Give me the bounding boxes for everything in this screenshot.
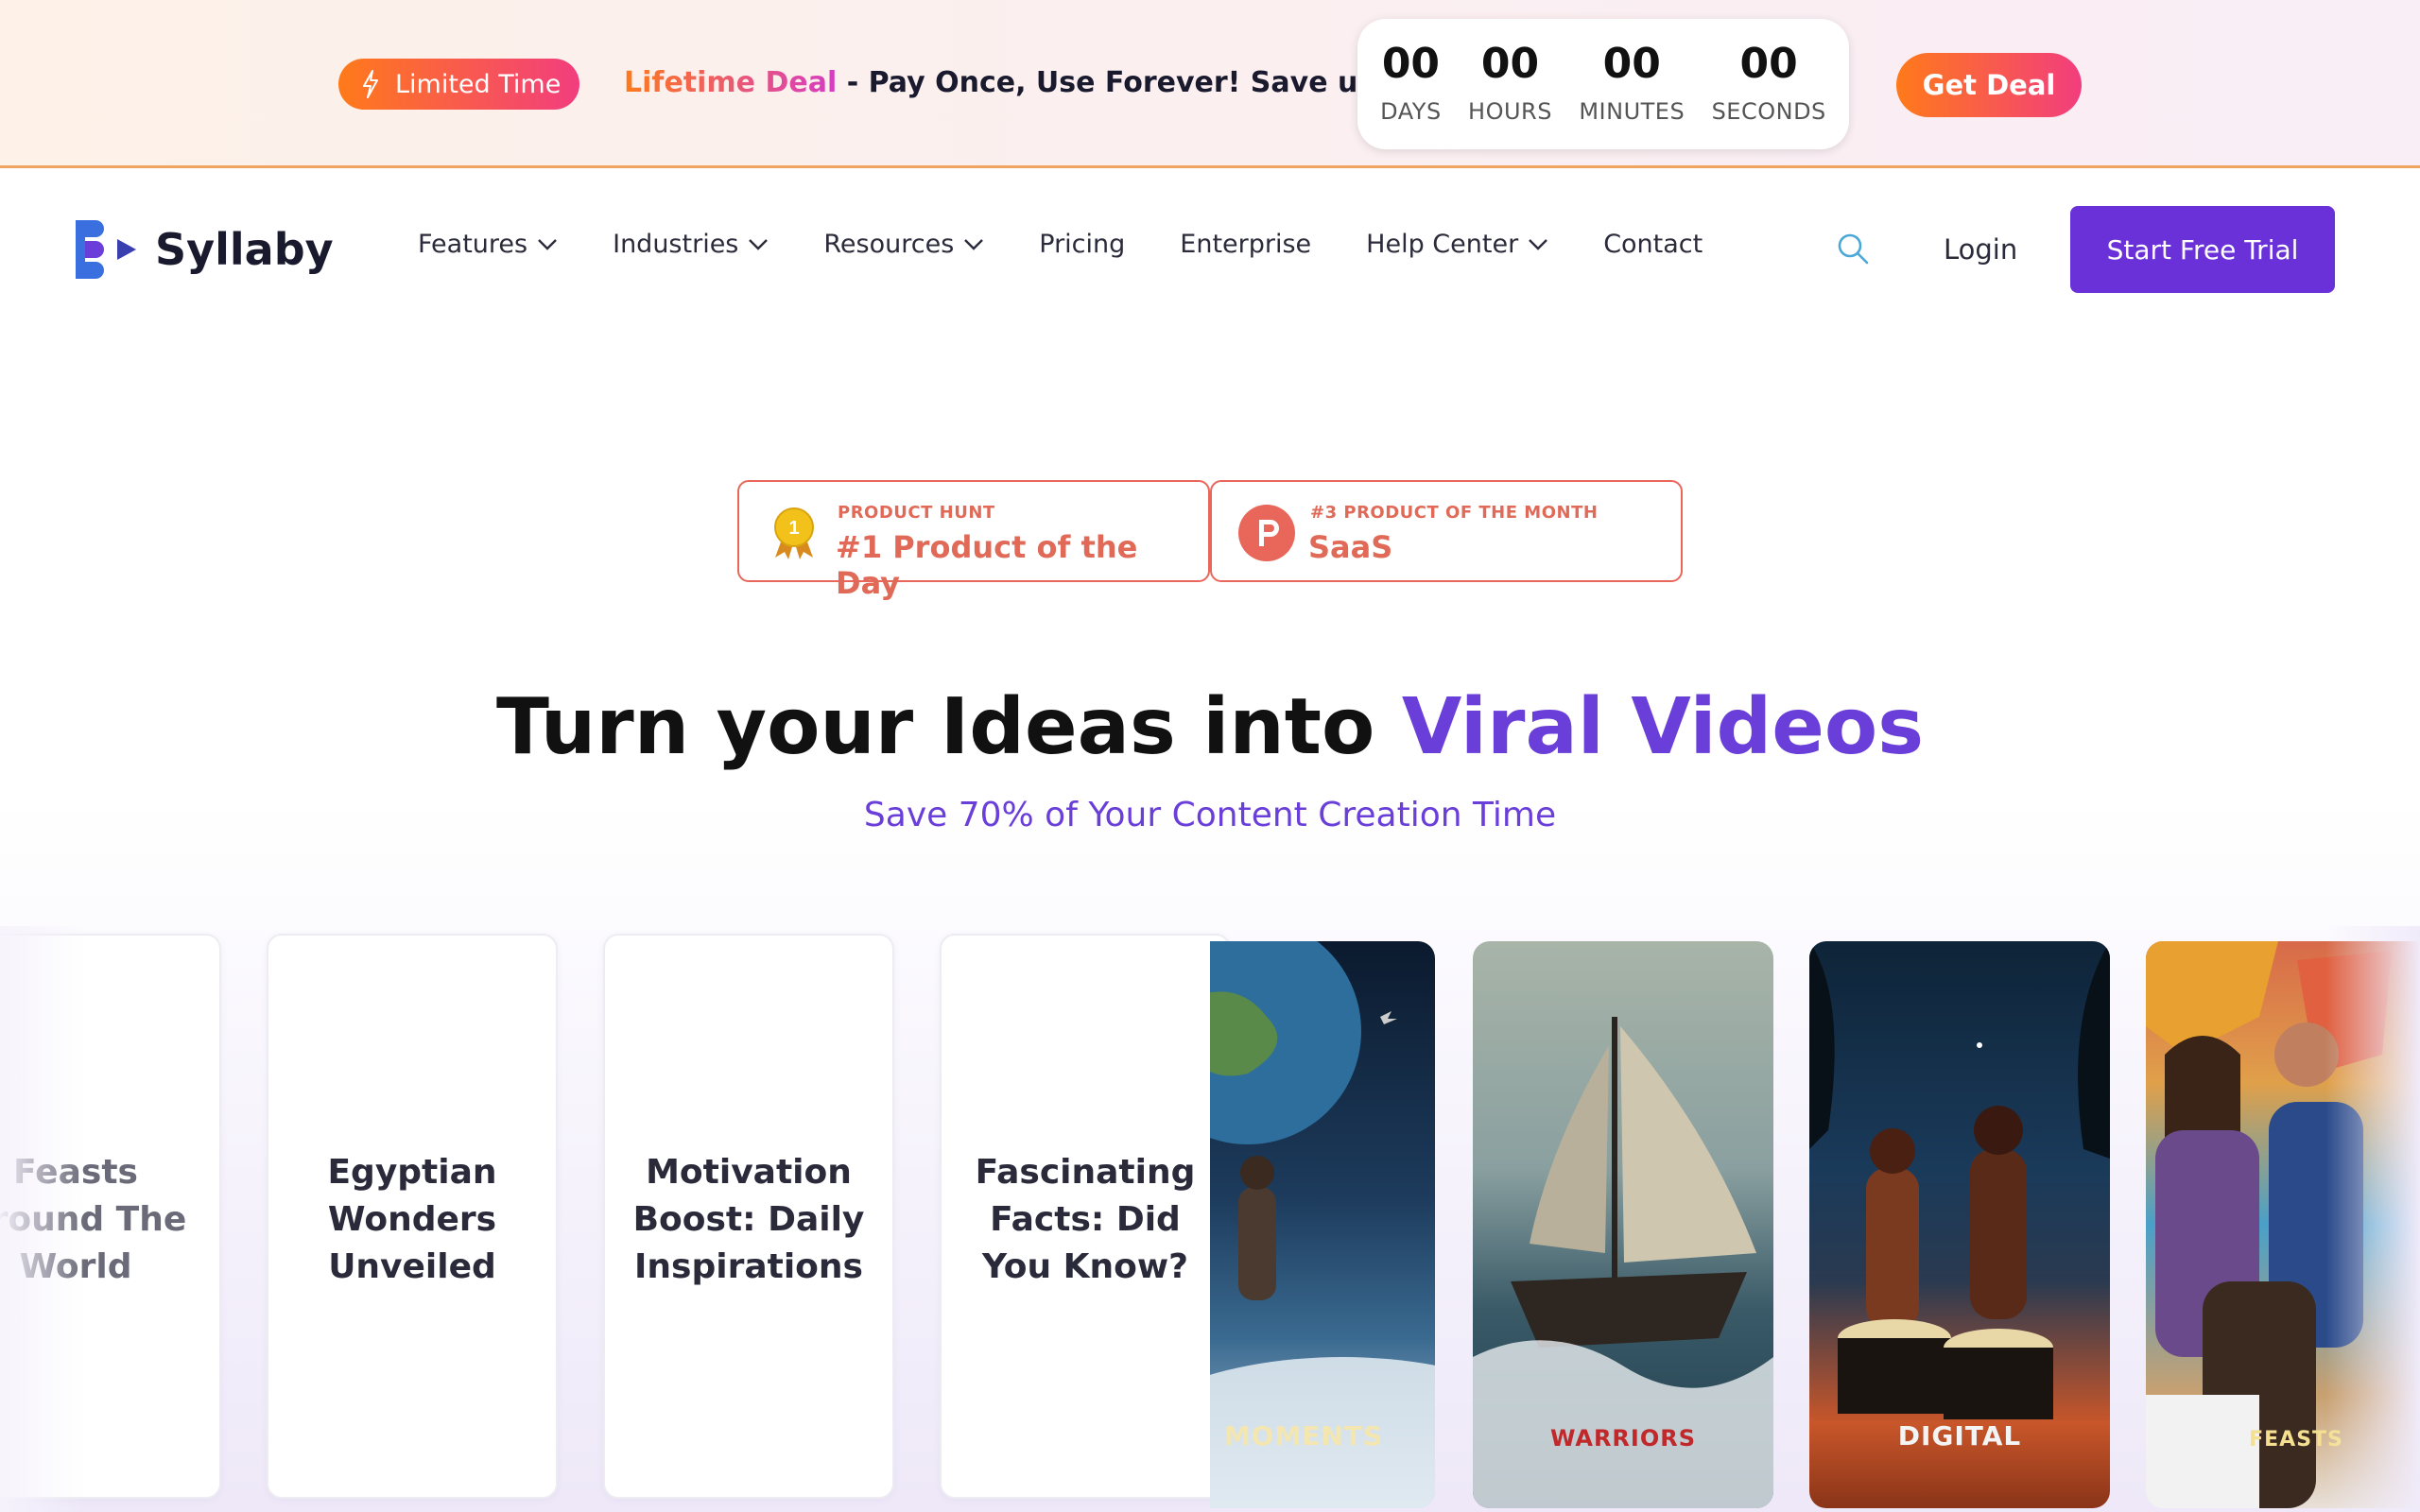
countdown-minutes: 00 MINUTES bbox=[1579, 40, 1685, 126]
countdown-value: 00 bbox=[1381, 40, 1441, 88]
countdown-hours: 00 HOURS bbox=[1468, 40, 1552, 126]
chevron-down-icon bbox=[1529, 238, 1548, 250]
search-icon[interactable] bbox=[1836, 232, 1870, 266]
countdown-label: SECONDS bbox=[1711, 98, 1826, 125]
countdown-seconds: 00 SECONDS bbox=[1711, 40, 1826, 126]
nav-item-contact[interactable]: Contact bbox=[1603, 230, 1703, 259]
countdown-timer: 00 DAYS 00 HOURS 00 MINUTES 00 SECONDS bbox=[1357, 19, 1849, 149]
countdown-days: 00 DAYS bbox=[1380, 40, 1442, 126]
logo[interactable]: Syllaby bbox=[74, 218, 334, 281]
topic-card[interactable]: Egyptian Wonders Unveiled bbox=[267, 934, 558, 1499]
get-deal-button[interactable]: Get Deal bbox=[1896, 53, 2082, 117]
lightning-icon bbox=[363, 70, 378, 98]
badge-caption: PRODUCT HUNT bbox=[838, 503, 995, 523]
login-link[interactable]: Login bbox=[1944, 233, 2017, 266]
topic-card[interactable]: Fascinating Facts: Did You Know? bbox=[940, 934, 1231, 1499]
countdown-value: 00 bbox=[1480, 40, 1540, 88]
chevron-down-icon bbox=[538, 238, 557, 250]
nav-item-label: Enterprise bbox=[1180, 230, 1312, 259]
topic-card-title: Fascinating Facts: Did You Know? bbox=[975, 1153, 1196, 1286]
video-label: WARRIORS bbox=[1549, 1425, 1697, 1452]
carousel-fade-right bbox=[2325, 926, 2420, 1512]
chevron-down-icon bbox=[749, 238, 769, 250]
hero-subhead: Save 70% of Your Content Creation Time bbox=[863, 796, 1557, 834]
nav-item-label: Help Center bbox=[1366, 230, 1519, 259]
nav-item-industries[interactable]: Industries bbox=[613, 230, 769, 259]
ship-illustration bbox=[1473, 1017, 1773, 1508]
headline-accent: Viral Videos bbox=[1401, 682, 1925, 772]
limited-time-label: Limited Time bbox=[395, 69, 562, 99]
topic-card-title: Motivation Boost: Daily Inspirations bbox=[632, 1153, 865, 1286]
nav-item-label: Contact bbox=[1603, 230, 1703, 259]
badge-caption: #3 PRODUCT OF THE MONTH bbox=[1310, 503, 1599, 523]
topic-card[interactable]: Motivation Boost: Daily Inspirations bbox=[603, 934, 894, 1499]
start-free-trial-button[interactable]: Start Free Trial bbox=[2070, 206, 2335, 293]
nav-item-label: Pricing bbox=[1039, 230, 1126, 259]
video-label: MOMENTS bbox=[1223, 1420, 1384, 1452]
nav-item-label: Resources bbox=[823, 230, 955, 259]
nav-item-resources[interactable]: Resources bbox=[823, 230, 984, 259]
video-thumbnail[interactable]: MOMENTS bbox=[1210, 941, 1435, 1508]
nav-item-enterprise[interactable]: Enterprise bbox=[1180, 230, 1311, 259]
nav-item-label: Industries bbox=[613, 230, 739, 259]
syllaby-logo-icon bbox=[76, 220, 136, 279]
chevron-down-icon bbox=[964, 238, 984, 250]
topic-card-title: Egyptian Wonders Unveiled bbox=[327, 1153, 497, 1286]
hero-headline: Turn your Ideas into Viral Videos bbox=[0, 682, 2420, 772]
medal-icon: 1 bbox=[774, 507, 814, 559]
nav-item-help-center[interactable]: Help Center bbox=[1366, 230, 1548, 259]
promo-bar: Limited Time Lifetime Deal - Pay Once, U… bbox=[0, 0, 2420, 168]
main-nav: Syllaby Features Industries Resources Pr… bbox=[0, 171, 2420, 328]
deal-highlight: Lifetime Deal bbox=[624, 66, 838, 99]
video-thumbnail[interactable]: DIGITAL bbox=[1809, 941, 2110, 1508]
nav-item-label: Features bbox=[418, 230, 528, 259]
badge-title: #1 Product of the Day bbox=[836, 529, 1138, 601]
nav-item-pricing[interactable]: Pricing bbox=[1039, 230, 1125, 259]
video-label: DIGITAL bbox=[1897, 1420, 2022, 1452]
nav-menu: Features Industries Resources Pricing En… bbox=[418, 230, 1757, 259]
svg-text:1: 1 bbox=[788, 518, 799, 539]
product-hunt-month-badge[interactable]: #3 PRODUCT OF THE MONTH SaaS bbox=[1210, 480, 1683, 582]
nav-item-features[interactable]: Features bbox=[418, 230, 558, 259]
countdown-label: MINUTES bbox=[1579, 98, 1685, 125]
countdown-value: 00 bbox=[1739, 40, 1798, 88]
badge-title: SaaS bbox=[1308, 529, 1393, 565]
logo-text: Syllaby bbox=[155, 224, 334, 275]
carousel-fade-left bbox=[0, 926, 85, 1512]
countdown-label: HOURS bbox=[1468, 98, 1552, 125]
limited-time-badge: Limited Time bbox=[338, 59, 580, 110]
countdown-value: 00 bbox=[1602, 40, 1661, 88]
video-thumbnail[interactable]: WARRIORS bbox=[1473, 941, 1773, 1508]
countdown-label: DAYS bbox=[1380, 98, 1442, 125]
product-hunt-day-badge[interactable]: 1 PRODUCT HUNT #1 Product of the Day bbox=[737, 480, 1210, 601]
product-hunt-icon bbox=[1238, 505, 1295, 561]
headline-start: Turn your Ideas into bbox=[495, 682, 1402, 772]
